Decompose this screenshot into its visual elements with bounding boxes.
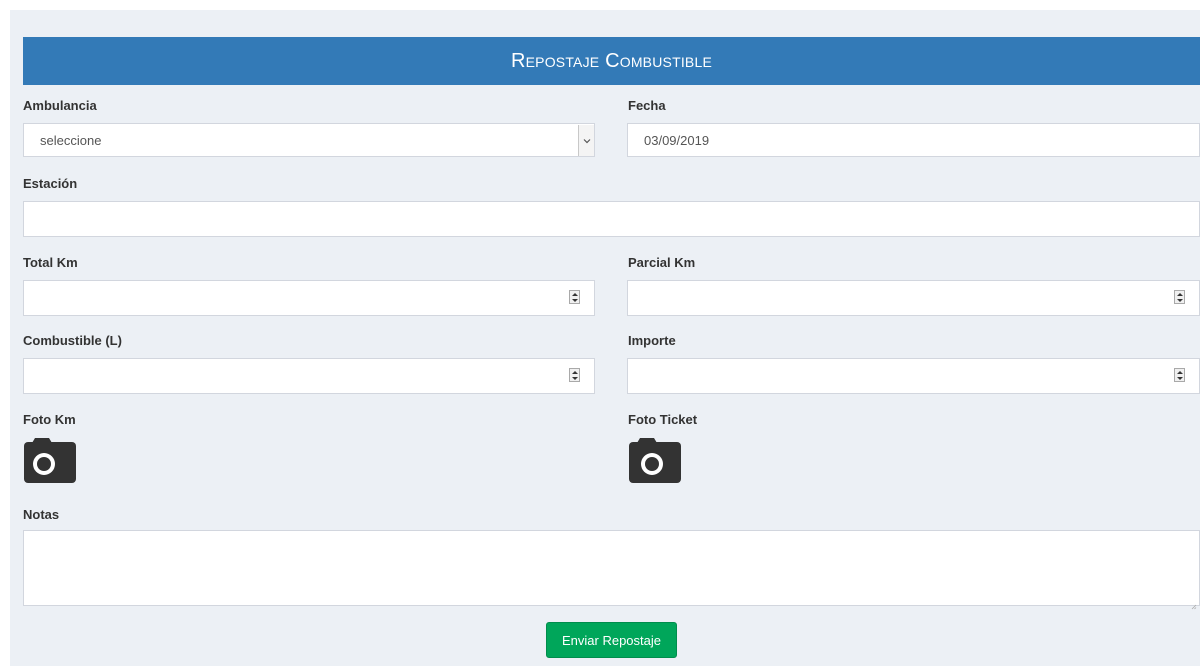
camera-icon[interactable] [23, 434, 77, 484]
ambulancia-label: Ambulancia [23, 98, 97, 113]
resize-grip-icon[interactable] [1191, 597, 1197, 610]
number-spinner-icon[interactable] [569, 290, 580, 304]
total-km-input[interactable] [23, 280, 595, 316]
enviar-repostaje-button[interactable]: Enviar Repostaje [546, 622, 677, 658]
parcial-km-input[interactable] [627, 280, 1200, 316]
number-spinner-icon[interactable] [569, 368, 580, 382]
ambulancia-selected-value: seleccione [40, 133, 102, 148]
ambulancia-select[interactable]: seleccione [23, 123, 595, 157]
estacion-input[interactable] [23, 201, 1200, 237]
camera-icon[interactable] [628, 434, 682, 484]
total-km-label: Total Km [23, 255, 78, 270]
fecha-input[interactable]: 03/09/2019 [627, 123, 1200, 157]
combustible-input[interactable] [23, 358, 595, 394]
form-title: Repostaje Combustible [23, 37, 1200, 85]
fecha-label: Fecha [628, 98, 666, 113]
foto-ticket-label: Foto Ticket [628, 412, 698, 427]
importe-label: Importe [628, 333, 676, 348]
form-title-text: Repostaje Combustible [511, 49, 712, 72]
fecha-value: 03/09/2019 [644, 133, 710, 148]
importe-input[interactable] [627, 358, 1200, 394]
notas-textarea[interactable] [23, 530, 1200, 610]
notas-label: Notas [23, 507, 60, 522]
number-spinner-icon[interactable] [1174, 368, 1185, 382]
parcial-km-label: Parcial Km [628, 255, 696, 270]
estacion-label: Estación [23, 176, 78, 191]
foto-km-label: Foto Km [23, 412, 76, 427]
combustible-label: Combustible (L) [23, 333, 122, 348]
chevron-down-icon[interactable] [578, 125, 594, 156]
number-spinner-icon[interactable] [1174, 290, 1185, 304]
